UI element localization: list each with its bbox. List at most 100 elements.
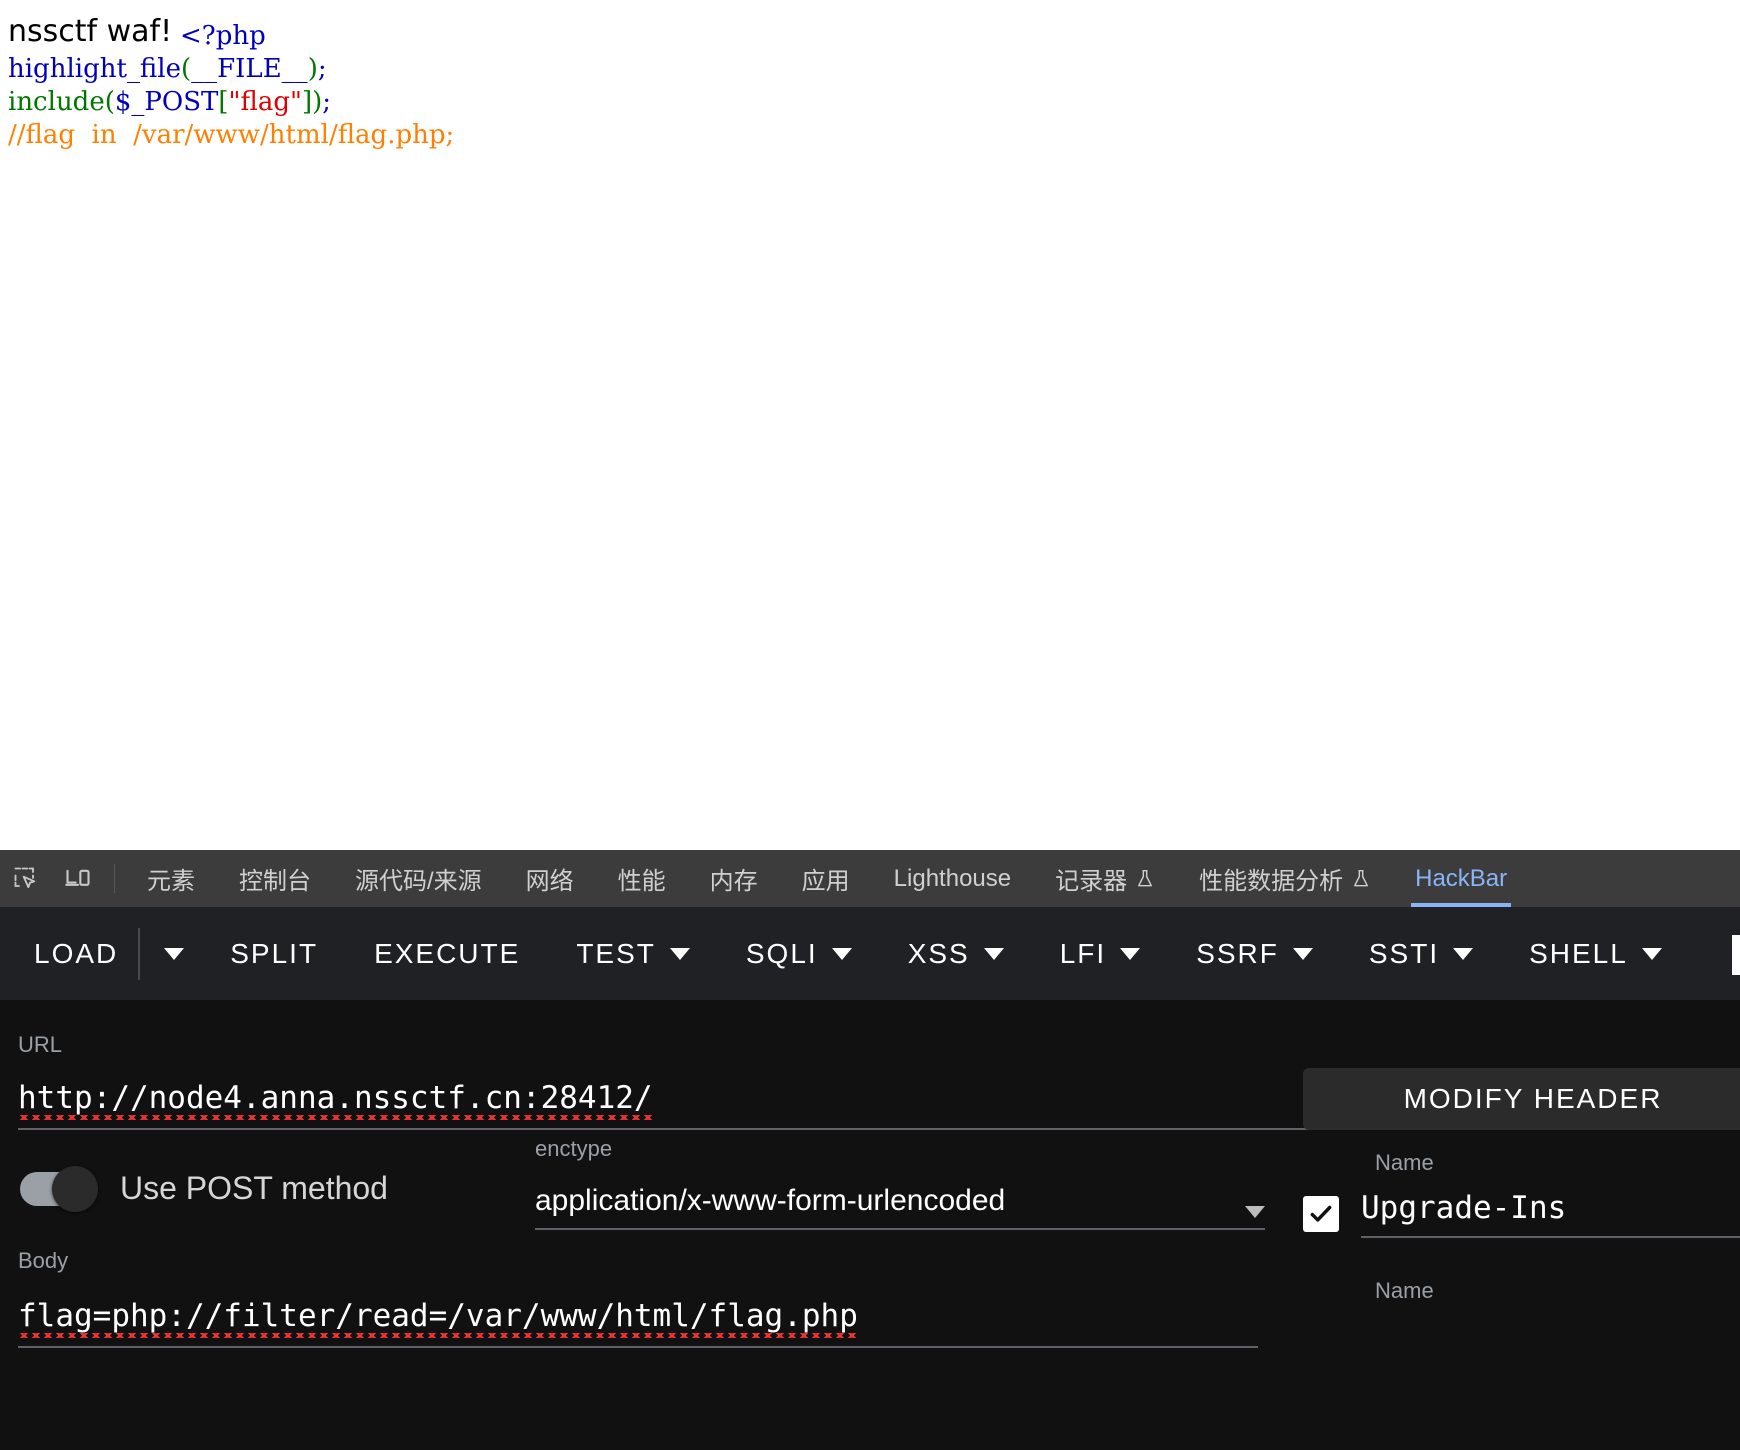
enctype-value: application/x-www-form-urlencoded <box>535 1184 1006 1217</box>
code-token: [ <box>218 87 229 117</box>
devtools-tab-内存[interactable]: 内存 <box>688 850 780 907</box>
code-line: include($_POST["flag"]); <box>8 86 454 119</box>
code-token: ( <box>104 87 115 117</box>
chevron-down-icon <box>1292 947 1313 960</box>
code-token: ; <box>322 87 332 117</box>
php-source-code: <?php highlight_file(__FILE__); include($_… <box>8 20 454 152</box>
body-label: Body <box>18 1248 69 1273</box>
hackbar-button-label: LFI <box>1059 937 1107 969</box>
hackbar-load-dropdown[interactable] <box>146 907 202 1000</box>
toolbar-divider <box>114 864 115 893</box>
experiment-flask-icon <box>1351 867 1371 891</box>
hackbar-button-label: SHELL <box>1529 937 1628 969</box>
hackbar-button-label: EXECUTE <box>374 937 521 969</box>
enctype-field-group: enctype application/x-www-form-urlencode… <box>535 1136 1265 1230</box>
use-post-method-toggle-row: Use POST method <box>20 1165 388 1212</box>
header-name-value: Upgrade-Ins <box>1361 1190 1567 1226</box>
device-toolbar-icon[interactable] <box>52 850 104 907</box>
code-token: __FILE__ <box>191 54 308 84</box>
header-list: Name Upgrade-Ins Name <box>1303 1150 1740 1304</box>
header-enabled-checkbox[interactable] <box>1303 1196 1339 1232</box>
devtools-tab-网络[interactable]: 网络 <box>504 850 596 907</box>
code-token: $_POST <box>114 87 219 117</box>
code-token: "flag" <box>228 87 302 117</box>
devtools-tab-记录器[interactable]: 记录器 <box>1033 850 1177 907</box>
devtools-tab-label: 控制台 <box>239 868 311 895</box>
hackbar-button-label: SSRF <box>1196 937 1279 969</box>
devtools-tab-label: 性能数据分析 <box>1199 868 1344 895</box>
code-line: //flag in /var/www/html/flag.php; <box>8 119 454 152</box>
enctype-label: enctype <box>535 1136 613 1161</box>
header-name-field[interactable]: Upgrade-Ins <box>1361 1190 1740 1238</box>
chevron-down-icon <box>983 947 1004 960</box>
body-field-group: Body flag=php://filter/read=/var/www/htm… <box>18 1248 1258 1348</box>
code-token: include <box>8 87 105 117</box>
devtools-tab-label: 内存 <box>709 868 758 895</box>
hackbar-button-load[interactable]: LOAD <box>0 907 132 1000</box>
hackbar-button-lfi[interactable]: LFI <box>1032 907 1168 1000</box>
page-content-area: nssctf waf! <?php highlight_file(__FILE__… <box>0 0 1740 850</box>
header-name-label: Name <box>1375 1150 1434 1175</box>
devtools-tab-label: 记录器 <box>1055 868 1128 895</box>
devtools-tab-label: HackBar <box>1415 864 1508 892</box>
header-name-underline <box>1361 1236 1740 1238</box>
hackbar-button-split[interactable]: SPLIT <box>202 907 346 1000</box>
devtools-tab-元素[interactable]: 元素 <box>125 850 217 907</box>
hackbar-toolbar-overflow-edge[interactable] <box>1732 935 1740 975</box>
url-input[interactable]: http://node4.anna.nssctf.cn:28412/ <box>18 1080 653 1120</box>
chevron-down-icon <box>1245 1206 1265 1218</box>
button-divider <box>138 927 141 980</box>
hackbar-button-label: TEST <box>576 937 656 969</box>
use-post-method-label: Use POST method <box>120 1170 388 1206</box>
devtools-tab-label: 网络 <box>525 868 574 895</box>
modify-header-button[interactable]: MODIFY HEADER <box>1303 1068 1740 1130</box>
enctype-select[interactable]: application/x-www-form-urlencoded <box>535 1184 1265 1230</box>
hackbar-button-label: SPLIT <box>230 937 319 969</box>
code-token: //flag in /var/www/html/flag.php; <box>8 120 455 150</box>
hackbar-button-label: SSTI <box>1368 937 1440 969</box>
devtools-tab-性能数据分析[interactable]: 性能数据分析 <box>1177 850 1393 907</box>
hackbar-button-shell[interactable]: SHELL <box>1501 907 1690 1000</box>
hackbar-button-label: LOAD <box>34 937 119 969</box>
devtools-tab-label: 源代码/来源 <box>355 868 482 895</box>
devtools-tab-HackBar[interactable]: HackBar <box>1393 850 1529 907</box>
code-token: ] <box>301 87 313 117</box>
devtools-tab-应用[interactable]: 应用 <box>780 850 872 907</box>
hackbar-button-sqli[interactable]: SQLI <box>718 907 880 1000</box>
toggle-knob <box>52 1165 98 1212</box>
code-token: ) <box>312 87 323 117</box>
inspect-element-icon[interactable] <box>0 850 52 907</box>
chevron-down-icon <box>669 947 690 960</box>
url-label: URL <box>18 1032 63 1057</box>
screen-root: nssctf waf! <?php highlight_file(__FILE__… <box>0 0 1740 1450</box>
devtools-tab-源代码/来源[interactable]: 源代码/来源 <box>333 850 504 907</box>
devtools-tab-bar: 元素 控制台 源代码/来源 网络 性能 内存 应用 Lighthouse 记录器 性能数据分析 Ha… <box>0 850 1740 908</box>
hackbar-button-execute[interactable]: EXECUTE <box>346 907 548 1000</box>
body-input[interactable]: flag=php://filter/read=/var/www/html/fla… <box>18 1298 858 1338</box>
hackbar-button-xss[interactable]: XSS <box>880 907 1032 1000</box>
hackbar-button-ssrf[interactable]: SSRF <box>1168 907 1341 1000</box>
chevron-down-icon <box>1120 947 1141 960</box>
hackbar-button-label: SQLI <box>745 937 818 969</box>
devtools-tab-控制台[interactable]: 控制台 <box>217 850 333 907</box>
chevron-down-icon <box>1641 947 1662 960</box>
experiment-flask-icon <box>1135 867 1155 891</box>
code-token: <?php <box>180 21 266 51</box>
header-name-label-2: Name <box>1375 1278 1434 1303</box>
devtools-tab-Lighthouse[interactable]: Lighthouse <box>872 850 1033 907</box>
devtools-tab-label: 应用 <box>801 868 850 895</box>
header-row: Upgrade-Ins <box>1303 1190 1740 1238</box>
hackbar-button-test[interactable]: TEST <box>548 907 718 1000</box>
code-line: highlight_file(__FILE__); <box>8 53 454 86</box>
chevron-down-icon <box>164 947 185 960</box>
chevron-down-icon <box>831 947 852 960</box>
hackbar-button-ssti[interactable]: SSTI <box>1341 907 1501 1000</box>
devtools-tab-性能[interactable]: 性能 <box>596 850 688 907</box>
body-underline <box>18 1346 1258 1348</box>
devtools-tab-label: 元素 <box>147 868 195 895</box>
code-line: <?php <box>180 20 454 53</box>
use-post-method-toggle[interactable] <box>20 1165 98 1212</box>
devtools-tab-label: Lighthouse <box>893 864 1012 892</box>
code-token: ) <box>307 54 318 84</box>
chevron-down-icon <box>1453 947 1474 960</box>
